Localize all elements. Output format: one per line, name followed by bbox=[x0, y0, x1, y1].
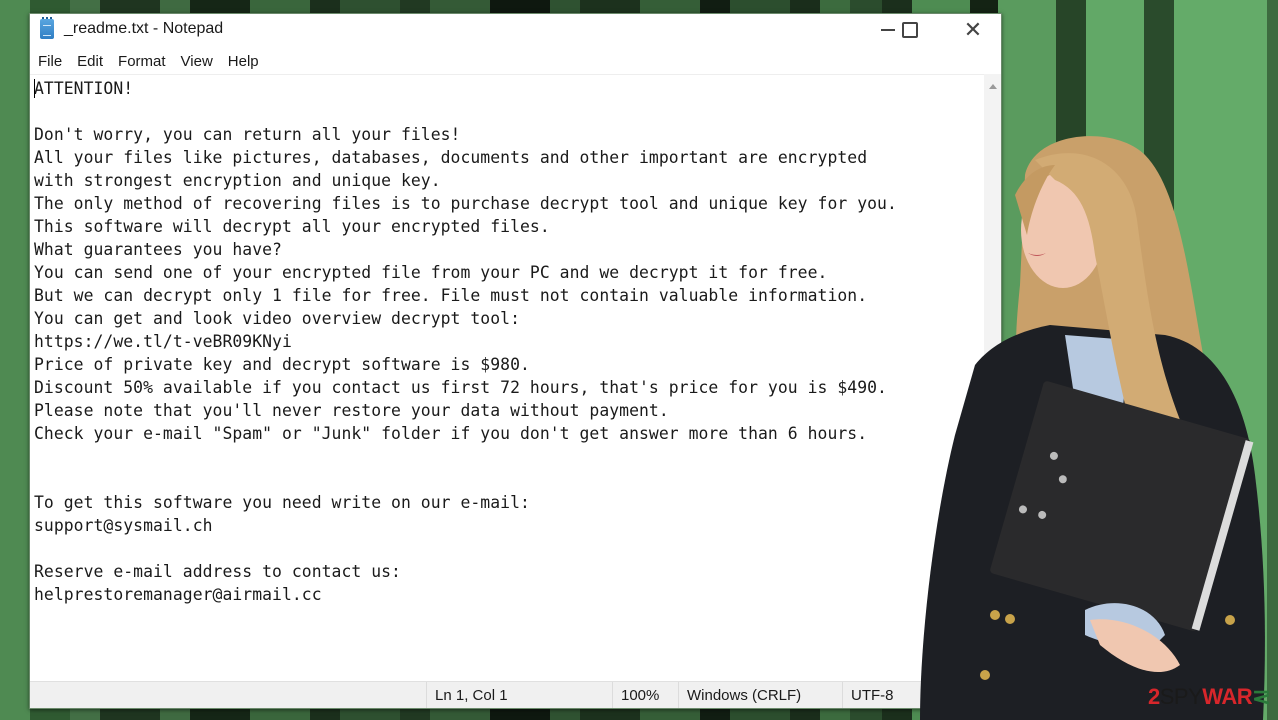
document-line: You can send one of your encrypted file … bbox=[34, 263, 828, 282]
document-line: Price of private key and decrypt softwar… bbox=[34, 355, 530, 374]
menu-bar: File Edit Format View Help bbox=[30, 46, 1001, 76]
cursor-position: Ln 1, Col 1 bbox=[426, 682, 615, 708]
text-editor[interactable]: ATTENTION! Don't worry, you can return a… bbox=[30, 74, 984, 683]
line-ending: Windows (CRLF) bbox=[678, 682, 847, 708]
notepad-icon bbox=[40, 17, 54, 39]
notepad-window: _readme.txt - Notepad ✕ File Edit Format… bbox=[29, 13, 1002, 709]
document-line: Reserve e-mail address to contact us: bbox=[34, 562, 401, 581]
document-line: To get this software you need write on o… bbox=[34, 493, 530, 512]
document-line: helprestoremanager@airmail.cc bbox=[34, 585, 322, 604]
maximize-button[interactable] bbox=[887, 14, 933, 46]
document-line: All your files like pictures, databases,… bbox=[34, 148, 868, 167]
close-icon: ✕ bbox=[963, 17, 983, 42]
text-caret bbox=[34, 79, 35, 98]
document-line: Please note that you'll never restore yo… bbox=[34, 401, 669, 420]
menu-format[interactable]: Format bbox=[118, 53, 175, 70]
document-line: What guarantees you have? bbox=[34, 240, 282, 259]
document-line: support@sysmail.ch bbox=[34, 516, 213, 535]
document-line: This software will decrypt all your encr… bbox=[34, 217, 550, 236]
close-button[interactable]: ✕ bbox=[950, 14, 996, 46]
document-line: You can get and look video overview decr… bbox=[34, 309, 520, 328]
2spyware-watermark-logo: 2SPYWAR⋜ bbox=[1148, 684, 1271, 709]
menu-view[interactable]: View bbox=[181, 53, 222, 70]
window-title: _readme.txt - Notepad bbox=[64, 20, 224, 37]
document-line: Discount 50% available if you contact us… bbox=[34, 378, 887, 397]
document-line: But we can decrypt only 1 file for free.… bbox=[34, 286, 868, 305]
document-line: with strongest encryption and unique key… bbox=[34, 171, 441, 190]
scroll-up-arrow-icon[interactable] bbox=[989, 84, 997, 89]
zoom-level: 100% bbox=[612, 682, 681, 708]
title-bar[interactable]: _readme.txt - Notepad ✕ bbox=[30, 14, 1001, 46]
woman-with-folder-illustration bbox=[920, 136, 1265, 720]
document-line: Don't worry, you can return all your fil… bbox=[34, 125, 461, 144]
menu-file[interactable]: File bbox=[38, 53, 71, 70]
menu-edit[interactable]: Edit bbox=[77, 53, 112, 70]
document-line: Check your e-mail "Spam" or "Junk" folde… bbox=[34, 424, 868, 443]
document-text[interactable]: ATTENTION! Don't worry, you can return a… bbox=[30, 75, 984, 606]
document-line: The only method of recovering files is t… bbox=[34, 194, 897, 213]
document-line: https://we.tl/t-veBR09KNyi bbox=[34, 332, 292, 351]
menu-help[interactable]: Help bbox=[228, 53, 268, 70]
document-line: ATTENTION! bbox=[34, 79, 134, 98]
maximize-icon bbox=[902, 22, 918, 38]
status-bar: Ln 1, Col 1 100% Windows (CRLF) UTF-8 bbox=[30, 681, 1001, 708]
